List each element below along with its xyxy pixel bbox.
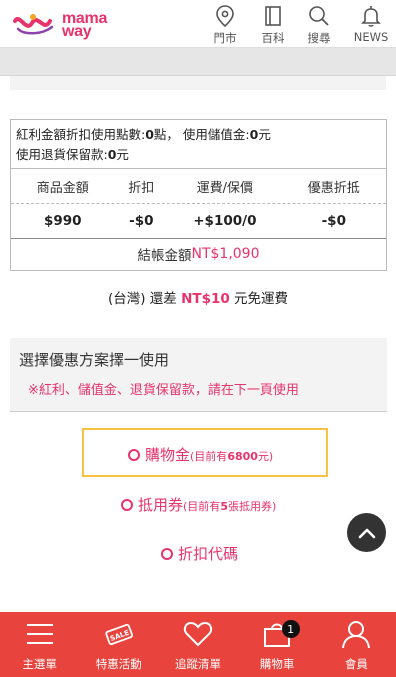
nav-encyclopedia-label: 百科 — [261, 31, 285, 45]
nav-news-label: NEWS — [353, 30, 389, 44]
option-voucher-detail-prefix: (目前有 — [183, 500, 221, 513]
option-discount-code[interactable]: 折扣代碼 — [161, 543, 238, 564]
logo-mark-icon — [13, 14, 54, 35]
tab-promotions[interactable]: SALE 特惠活動 — [79, 612, 158, 677]
points-unit: 點， — [153, 127, 179, 142]
points-line-1: 紅利金額折扣使用點數:0點， 使用儲值金:0元 — [16, 125, 381, 145]
sale-tag-icon: SALE — [105, 623, 133, 646]
location-pin-icon — [216, 5, 234, 28]
offer-value: -$0 — [321, 213, 346, 229]
cart-count-badge: 1 — [281, 620, 300, 638]
points-info: 紅利金額折扣使用點數:0點， 使用儲值金:0元 使用退貨保留款:0元 — [11, 120, 386, 169]
book-icon — [265, 6, 281, 26]
shipping-value: +$100/0 — [193, 213, 257, 229]
tab-cart[interactable]: 1 購物車 — [238, 612, 317, 677]
scroll-to-top-button[interactable] — [347, 513, 386, 552]
tab-wishlist-label: 追蹤清單 — [174, 657, 221, 671]
tab-main-menu[interactable]: 主選單 — [0, 612, 79, 677]
free-shipping-suffix: 元免運費 — [234, 291, 289, 307]
stored-unit: 元 — [258, 127, 271, 142]
option-voucher-detail-suffix: 張抵用券) — [227, 500, 277, 513]
grey-strip-inner — [10, 76, 386, 90]
chevron-up-icon — [358, 528, 375, 538]
top-header: mama way 門市 百科 搜尋 NEWS — [0, 0, 396, 48]
option-shopping-credit-label: 購物金 — [145, 446, 191, 464]
bell-icon — [361, 6, 381, 27]
discount-title: 選擇優惠方案擇一使用 — [19, 351, 170, 369]
search-icon — [309, 6, 329, 26]
discount-note: ※紅利、儲值金、退貨保留款，請在下一頁使用 — [28, 383, 299, 398]
radio-circle-icon — [161, 548, 173, 560]
bottom-navigation: 主選單 SALE 特惠活動 追蹤清單 1 購物車 會員 — [0, 612, 396, 677]
tab-cart-label: 購物車 — [259, 657, 295, 671]
order-summary: 紅利金額折扣使用點數:0點， 使用儲值金:0元 使用退貨保留款:0元 商品金額 … — [10, 119, 387, 271]
nav-store[interactable]: 門市 — [200, 4, 250, 46]
radio-circle-icon — [128, 449, 140, 461]
nav-news[interactable]: NEWS — [346, 4, 396, 44]
tab-member-label: 會員 — [344, 657, 368, 671]
nav-search-label: 搜尋 — [307, 31, 331, 45]
option-voucher[interactable]: 抵用券 (目前有5張抵用券) — [121, 494, 276, 515]
col-subtotal-header: 商品金額 — [36, 180, 89, 196]
tab-promotions-label: 特惠活動 — [95, 657, 142, 671]
summary-header-row: 商品金額 折扣 運費/保價 優惠折抵 — [11, 169, 386, 204]
radio-circle-icon — [121, 499, 133, 511]
option-shopping-credit[interactable]: 購物金 (目前有6800元) — [128, 444, 273, 465]
option-voucher-detail: (目前有5張抵用券) — [183, 498, 276, 514]
deposit-prefix: 使用退貨保留款: — [16, 147, 108, 162]
logo-text: mama way — [62, 11, 107, 40]
option-shopping-credit-detail-suffix: 元) — [257, 450, 274, 463]
tab-main-menu-label: 主選單 — [22, 657, 57, 671]
option-discount-code-label: 折扣代碼 — [178, 545, 239, 563]
option-voucher-label: 抵用券 — [138, 496, 184, 514]
subtotal-value: $990 — [43, 213, 82, 229]
checkout-total: 結帳金額 NT$1,090 — [11, 239, 386, 269]
total-amount: NT$1,090 — [191, 246, 260, 262]
free-shipping-prefix: (台灣) 還差 — [107, 291, 177, 307]
points-line-2: 使用退貨保留款:0元 — [16, 145, 381, 165]
total-label: 結帳金額 — [137, 248, 192, 264]
option-shopping-credit-detail-prefix: (目前有 — [190, 450, 228, 463]
nav-encyclopedia[interactable]: 百科 — [248, 4, 298, 46]
discount-section: 選擇優惠方案擇一使用 ※紅利、儲值金、退貨保留款，請在下一頁使用 — [10, 338, 387, 412]
grey-strip — [0, 48, 396, 76]
summary-values-row: $990 -$0 +$100/0 -$0 — [11, 204, 386, 239]
heart-icon — [183, 621, 213, 647]
deposit-unit: 元 — [116, 147, 129, 162]
col-discount-header: 折扣 — [128, 180, 155, 196]
option-voucher-detail-value: 5 — [220, 500, 228, 513]
nav-store-label: 門市 — [213, 31, 237, 45]
free-shipping-notice: (台灣) 還差 NT$10 元免運費 — [0, 287, 396, 307]
nav-search[interactable]: 搜尋 — [294, 4, 344, 46]
option-shopping-credit-detail: (目前有6800元) — [190, 448, 273, 464]
points-prefix: 紅利金額折扣使用點數: — [16, 127, 146, 142]
stored-prefix: 使用儲值金: — [182, 127, 250, 142]
col-shipping-header: 運費/保價 — [196, 180, 254, 196]
tab-wishlist[interactable]: 追蹤清單 — [158, 612, 237, 677]
discount-value: -$0 — [129, 213, 154, 229]
option-shopping-credit-detail-value: 6800 — [227, 450, 258, 463]
tab-member[interactable]: 會員 — [317, 612, 396, 677]
points-value: 0 — [145, 127, 154, 142]
col-offer-header: 優惠折抵 — [307, 180, 360, 196]
mamaway-logo[interactable]: mama way — [12, 9, 122, 40]
free-shipping-amount: NT$10 — [181, 291, 230, 307]
user-icon — [342, 621, 371, 649]
menu-icon — [26, 624, 53, 644]
